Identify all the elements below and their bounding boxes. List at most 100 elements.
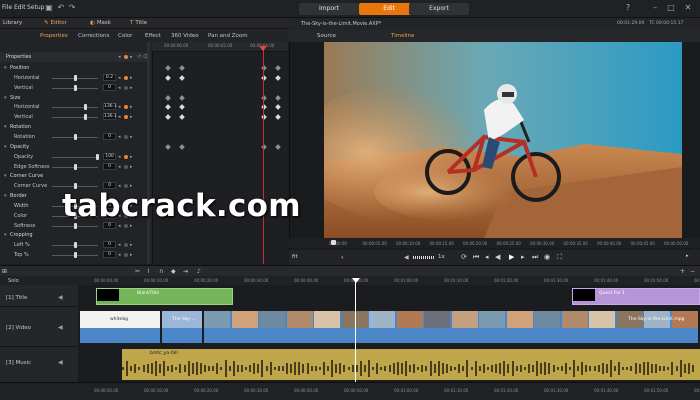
razor-icon[interactable]: ⌇ — [147, 268, 150, 275]
tab-title[interactable]: T Title — [130, 20, 147, 26]
next-keyframe-icon[interactable]: ▸ — [130, 54, 133, 60]
prev-keyframe-icon[interactable]: ◂ — [118, 85, 121, 91]
subtab-360-video[interactable]: 360 Video — [171, 33, 199, 39]
prev-keyframe-icon[interactable]: ◂ — [118, 104, 121, 110]
keyframe-playhead[interactable] — [263, 48, 264, 264]
property-slider[interactable] — [52, 117, 98, 119]
video-clip[interactable]: The-Sky-is-the-Limit.mpg — [204, 311, 698, 343]
keyframe-diamond[interactable] — [179, 114, 185, 121]
slider-knob[interactable] — [84, 104, 87, 111]
property-section[interactable]: ▾ Cropping — [0, 230, 150, 240]
prev-keyframe-icon[interactable]: ◂ — [118, 134, 121, 140]
loop-icon[interactable]: ⟳ — [461, 253, 467, 261]
slider-knob[interactable] — [74, 242, 77, 249]
speaker-icon[interactable]: ◀︎ — [58, 294, 63, 301]
help-icon[interactable]: ? — [623, 3, 633, 13]
magnet-icon[interactable]: ∩ — [159, 268, 163, 275]
ripple-icon[interactable]: ⇥ — [183, 268, 188, 275]
tab-mask[interactable]: ◐ Mask — [90, 20, 111, 26]
prev-keyframe-icon[interactable]: ◂ — [118, 75, 121, 81]
collapse-icon[interactable]: ▾ — [4, 124, 7, 130]
property-section[interactable]: ▾ Rotation — [0, 122, 150, 132]
keyframe-icon[interactable] — [124, 154, 128, 159]
audio-icon[interactable]: ♪ — [197, 268, 201, 275]
video-preview[interactable] — [324, 42, 682, 238]
keyframe-icon[interactable] — [124, 85, 128, 90]
import-button[interactable]: Import — [299, 3, 359, 15]
prev-keyframe-icon[interactable]: ◂ — [118, 164, 121, 170]
property-value-input[interactable]: 0 — [103, 162, 116, 170]
save-icon[interactable]: ▣ — [44, 3, 54, 13]
keyframe-diamond[interactable] — [275, 104, 281, 111]
keyframe-diamond[interactable] — [179, 104, 185, 111]
slider-knob[interactable] — [74, 84, 77, 91]
cut-icon[interactable]: ✂ — [135, 268, 140, 275]
keyframe-icon[interactable] — [124, 243, 128, 248]
redo-icon[interactable]: ↷ — [67, 3, 77, 13]
prev-keyframe-icon[interactable]: ◂ — [118, 252, 121, 258]
viewer-scrubber-handle[interactable] — [331, 240, 336, 245]
zoom-fit-select[interactable]: fit — [292, 254, 298, 260]
property-value-input[interactable]: 0 — [103, 83, 116, 91]
next-keyframe-icon[interactable]: ▸ — [130, 75, 133, 81]
volume-icon[interactable]: ◀︎ — [404, 254, 409, 261]
property-value-input[interactable]: 0 — [103, 132, 116, 140]
keyframe-icon[interactable] — [124, 75, 128, 80]
title-clip[interactable]: Quest For 1 — [572, 288, 700, 305]
keyframe-diamond[interactable] — [179, 94, 185, 101]
timeline-playhead[interactable] — [355, 280, 356, 385]
keyframe-icon[interactable] — [124, 164, 128, 169]
subtab-color[interactable]: Color — [118, 33, 132, 39]
property-value-input[interactable]: 136.1 — [103, 113, 117, 121]
slider-knob[interactable] — [74, 252, 77, 259]
track-header-video[interactable]: [2] Video ◀︎ — [0, 307, 78, 347]
collapse-icon[interactable]: ▾ — [4, 95, 7, 101]
keyframe-diamond[interactable] — [165, 75, 171, 81]
collapse-icon[interactable]: ▾ — [4, 173, 7, 179]
tab-editor[interactable]: ✎ Editor — [44, 20, 67, 26]
tab-library[interactable]: Library — [3, 20, 22, 26]
keyframe-diamond[interactable] — [275, 75, 281, 81]
keyframe-diamond[interactable] — [165, 65, 171, 71]
undo-icon[interactable]: ↶ — [56, 3, 66, 13]
prev-keyframe-icon[interactable]: ◂ — [118, 154, 121, 160]
prev-keyframe-icon[interactable]: ◂ — [118, 54, 121, 60]
timeline-playhead-marker[interactable] — [352, 278, 360, 283]
speaker-icon[interactable]: ◀︎ — [58, 359, 63, 366]
subtab-effect[interactable]: Effect — [145, 33, 161, 39]
property-value-input[interactable]: 136.1 — [103, 103, 117, 111]
keyframe-diamond[interactable] — [165, 94, 171, 101]
keyframe-icon[interactable] — [124, 134, 128, 139]
properties-scrollbar[interactable] — [147, 42, 150, 264]
video-clip[interactable]: The-Sky-... — [162, 311, 202, 343]
keyframe-icon[interactable] — [124, 105, 128, 110]
keyframe-diamond[interactable] — [165, 114, 171, 121]
next-keyframe-icon[interactable]: ▸ — [130, 252, 133, 258]
viewer-scrubber[interactable]: 00:00:00 00:00:05.00 00:00:10.00 00:00:15.0… — [289, 238, 700, 248]
zoom-in-icon[interactable]: + — [680, 268, 685, 275]
keyframe-diamond[interactable] — [275, 94, 281, 101]
property-section[interactable]: ▾ Opacity — [0, 142, 150, 152]
next-keyframe-icon[interactable]: ▸ — [130, 154, 133, 160]
keyframe-icon[interactable] — [124, 115, 128, 120]
keyframe-diamond[interactable] — [179, 75, 185, 81]
zoom-out-icon[interactable]: − — [690, 268, 695, 275]
subtab-pan-and-zoom[interactable]: Pan and Zoom — [208, 33, 248, 39]
keyframe-diamond[interactable] — [165, 143, 171, 150]
menu-edit[interactable]: Edit — [14, 4, 26, 11]
property-section[interactable]: ▾ Position — [0, 63, 150, 73]
keyframe-icon[interactable] — [124, 253, 128, 258]
keyframe-playhead-marker[interactable] — [259, 46, 267, 51]
collapse-icon[interactable]: ▾ — [4, 144, 7, 150]
slider-knob[interactable] — [96, 153, 99, 160]
dropdown-icon[interactable]: ▾ — [341, 255, 344, 261]
keyframe-diamond[interactable] — [275, 65, 281, 71]
subtab-corrections[interactable]: Corrections — [78, 33, 109, 39]
next-keyframe-icon[interactable]: ▸ — [130, 85, 133, 91]
speaker-icon[interactable]: ◀︎ — [58, 324, 63, 331]
keyframe-icon[interactable] — [124, 55, 128, 59]
menu-file[interactable]: File — [2, 4, 12, 11]
timeline-ruler[interactable]: Solo 00:00:00.00 00:00:10.00 00:00:20.00 00… — [0, 276, 700, 285]
prev-keyframe-icon[interactable]: ◂ — [118, 114, 121, 120]
next-keyframe-icon[interactable]: ▸ — [130, 242, 133, 248]
